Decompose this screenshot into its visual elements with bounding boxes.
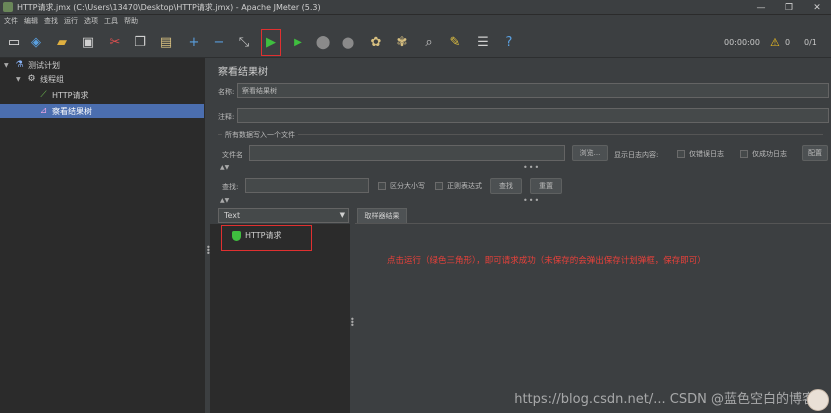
flask-icon: ⚗ — [15, 60, 24, 70]
tab-sampler-result[interactable]: 取样器结果 — [357, 208, 407, 223]
paste-icon[interactable]: ▤ — [158, 35, 174, 51]
checkbox-label: 正则表达式 — [447, 182, 482, 190]
reset-search-icon[interactable]: ✎ — [447, 35, 463, 51]
expand-arrow-icon[interactable]: ▼ — [16, 76, 24, 83]
renderer-selected-value: Text — [224, 211, 241, 220]
checkbox-label: 仅错误日志 — [689, 150, 724, 158]
cut-icon[interactable]: ✂ — [107, 35, 123, 51]
success-only-checkbox[interactable]: 仅成功日志 — [740, 149, 787, 159]
splitter-top[interactable]: ▲▼ ••• — [210, 163, 831, 173]
close-button[interactable]: ✕ — [803, 0, 831, 15]
help-icon[interactable]: ? — [501, 35, 517, 51]
menu-bar: 文件 编辑 查找 运行 选项 工具 帮助 — [0, 15, 831, 27]
chart-icon: ⊿ — [39, 106, 48, 116]
name-label: 名称: — [218, 88, 235, 96]
search-input[interactable] — [245, 178, 369, 193]
browse-button[interactable]: 浏览... — [572, 145, 608, 161]
splitter-bottom[interactable]: ▲▼ ••• — [210, 196, 831, 206]
toggle-icon[interactable]: ⤡ — [236, 35, 252, 51]
tree-node-label: 测试计划 — [28, 60, 60, 70]
tree-node-http-request[interactable]: ⟋ HTTP请求 — [38, 88, 88, 102]
write-file-section-label: 所有数据写入一个文件 — [222, 130, 298, 140]
annotation-text: 点击运行（绿色三角形），即可请求成功（未保存的会弹出保存计划弹框，保存即可） — [387, 256, 706, 266]
test-plan-tree: ▼ ⚗ 测试计划 ▼ ⚙ 线程组 ⟋ HTTP请求 ⊿ 察看结果树 — [0, 58, 204, 413]
menu-help[interactable]: 帮助 — [124, 16, 138, 26]
toolbar: ▭ ◈ ▰ ▣ ✂ ❐ ▤ + − ⤡ ▶ ▶ ⬤ ⬤ ✿ ✾ ⌕ ✎ ☰ ? … — [0, 28, 831, 58]
pipette-icon: ⟋ — [40, 90, 47, 100]
comment-label: 注释: — [218, 113, 235, 121]
filename-input[interactable] — [249, 145, 565, 161]
start-no-pauses-icon[interactable]: ▶ — [290, 35, 306, 51]
menu-file[interactable]: 文件 — [4, 16, 18, 26]
name-field[interactable]: 察看结果树 — [237, 83, 829, 98]
gear-icon: ⚙ — [27, 74, 36, 84]
configure-button[interactable]: 配置 — [802, 145, 828, 161]
templates-icon[interactable]: ◈ — [28, 35, 44, 51]
open-icon[interactable]: ▰ — [54, 35, 70, 51]
comment-field[interactable] — [237, 108, 829, 123]
search-label: 查找: — [222, 183, 239, 191]
tree-node-label: 线程组 — [40, 74, 64, 84]
tab-content — [355, 223, 831, 413]
renderer-select[interactable]: Text ▼ — [218, 208, 349, 223]
menu-run[interactable]: 运行 — [64, 16, 78, 26]
expand-arrow-icon[interactable]: ▼ — [4, 62, 12, 69]
function-helper-icon[interactable]: ☰ — [475, 35, 491, 51]
tree-node-thread-group[interactable]: ▼ ⚙ 线程组 — [16, 72, 64, 86]
title-bar: HTTP请求.jmx (C:\Users\13470\Desktop\HTTP请… — [0, 0, 831, 15]
case-sensitive-checkbox[interactable]: 区分大小写 — [378, 181, 425, 191]
panel-title: 察看结果树 — [218, 67, 268, 78]
chevron-down-icon: ▼ — [339, 211, 345, 219]
selected-row-highlight — [0, 104, 204, 118]
clear-all-icon[interactable]: ✾ — [394, 35, 410, 51]
fieldset-border — [218, 134, 823, 135]
jmeter-app-icon — [3, 2, 13, 12]
menu-search[interactable]: 查找 — [44, 16, 58, 26]
active-threads: 0/1 — [804, 38, 817, 47]
shutdown-icon[interactable]: ⬤ — [340, 35, 356, 51]
collapse-icon[interactable]: − — [211, 35, 227, 51]
view-results-tree-panel: 察看结果树 名称: 察看结果树 注释: 所有数据写入一个文件 文件名 浏览...… — [210, 58, 831, 413]
tree-node-label: 察看结果树 — [52, 106, 92, 116]
tree-node-view-results-tree[interactable]: ⊿ 察看结果树 — [38, 104, 92, 118]
copy-icon[interactable]: ❐ — [132, 35, 148, 51]
watermark: https://blog.csdn.net/... CSDN @蓝色空白的博客 — [514, 392, 815, 407]
window-title: HTTP请求.jmx (C:\Users\13470\Desktop\HTTP请… — [17, 2, 321, 12]
run-button-highlight — [261, 29, 281, 56]
find-button[interactable]: 查找 — [490, 178, 522, 194]
search-icon[interactable]: ⌕ — [421, 35, 437, 51]
log-content-label: 显示日志内容: — [614, 151, 659, 159]
avatar — [807, 389, 829, 411]
reset-button[interactable]: 重置 — [530, 178, 562, 194]
maximize-button[interactable]: ❐ — [775, 0, 803, 15]
menu-tools[interactable]: 工具 — [104, 16, 118, 26]
elapsed-time: 00:00:00 — [724, 38, 760, 47]
menu-options[interactable]: 选项 — [84, 16, 98, 26]
minimize-button[interactable]: — — [747, 0, 775, 15]
regex-checkbox[interactable]: 正则表达式 — [435, 181, 482, 191]
tree-node-label: HTTP请求 — [52, 90, 89, 100]
warning-count: 0 — [785, 38, 791, 47]
warning-icon[interactable]: ⚠ — [770, 36, 780, 49]
clear-icon[interactable]: ✿ — [368, 35, 384, 51]
expand-icon[interactable]: + — [186, 35, 202, 51]
filename-label: 文件名 — [222, 151, 243, 159]
errors-only-checkbox[interactable]: 仅错误日志 — [677, 149, 724, 159]
new-icon[interactable]: ▭ — [6, 35, 22, 51]
menu-edit[interactable]: 编辑 — [24, 16, 38, 26]
checkbox-label: 仅成功日志 — [752, 150, 787, 158]
checkbox-label: 区分大小写 — [390, 182, 425, 190]
stop-icon[interactable]: ⬤ — [315, 35, 331, 51]
result-list: HTTP请求 — [210, 224, 350, 413]
tree-node-test-plan[interactable]: ▼ ⚗ 测试计划 — [4, 58, 60, 72]
save-icon[interactable]: ▣ — [80, 35, 96, 51]
result-item-highlight — [221, 225, 312, 251]
